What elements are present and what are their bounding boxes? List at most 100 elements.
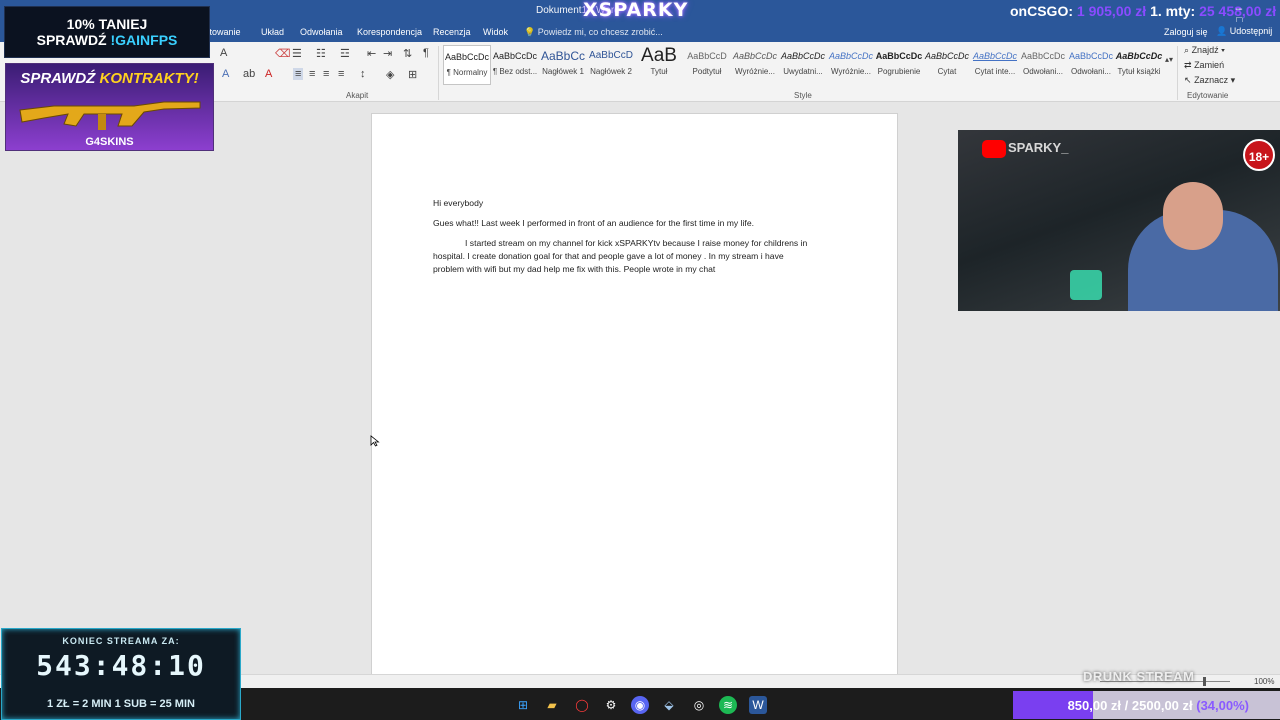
style-subtitle[interactable]: AaBbCcD Podtytuł [683,45,731,85]
doc-line-5[interactable]: problem with wifi but my dad help me fix… [433,263,715,276]
tab-uklad[interactable]: Układ [261,27,284,37]
style-strong[interactable]: AaBbCcDc Pogrubienie [875,45,923,85]
opera-browser-icon[interactable]: ◯ [573,696,591,714]
doc-line-4[interactable]: hospital. I create donation goal for tha… [433,250,784,263]
style-intense-emphasis[interactable]: AaBbCcDc Wyróżnie... [827,45,875,85]
zoom-slider-thumb[interactable] [1203,677,1206,686]
settings-gear-icon[interactable]: ⚙ [602,696,620,714]
steam-icon[interactable]: ⬙ [660,696,678,714]
style-subtle-emphasis[interactable]: AaBbCcDc Wyróżnie... [731,45,779,85]
shrink-font-icon[interactable]: A [220,47,227,59]
align-center-icon[interactable]: ≡ [309,68,315,80]
youtube-icon [982,140,1006,158]
word-app-icon[interactable]: W [749,696,767,714]
style-heading-1[interactable]: AaBbCc Nagłówek 1 [539,45,587,85]
bullets-icon[interactable]: ☰ [292,47,302,60]
style-no-spacing[interactable]: AaBbCcDc ¶ Bez odst... [491,45,539,85]
lightbulb-icon: 💡 [524,27,536,37]
spotify-icon[interactable]: ≋ [719,696,737,714]
windows-start-icon[interactable]: ⊞ [514,696,532,714]
text-effects-icon[interactable]: A [222,68,229,80]
csgo-label: onCSGO: [1010,3,1073,19]
clear-format-icon[interactable]: ⌫ [275,47,291,60]
align-right-icon[interactable]: ≡ [323,68,329,80]
tab-widok[interactable]: Widok [483,27,508,37]
discord-icon[interactable]: ◉ [631,696,649,714]
styles-gallery: AaBbCcDc ¶ Normalny AaBbCcDc ¶ Bez odst...… [441,45,1173,85]
donation-goal-text: 850,00 zł / 2500,00 zł (34,00%) [1067,698,1249,713]
document-page[interactable]: Hi everybody Gues what!! Last week I per… [371,113,898,683]
share-label: Udostępnij [1229,26,1273,36]
style-quote[interactable]: AaBbCcDc Cytat [923,45,971,85]
increase-indent-icon[interactable]: ⇥ [383,47,392,60]
decrease-indent-icon[interactable]: ⇤ [367,47,376,60]
promo-discount: 10% TANIEJ [66,16,148,32]
skins-brand: G4SKINS [85,136,134,148]
zoom-level[interactable]: 100% [1254,677,1274,686]
timer-value: 543:48:10 [36,649,206,682]
doc-line-2[interactable]: Gues what!! Last week I performed in fro… [433,217,754,230]
numbering-icon[interactable]: ☷ [316,47,326,60]
age-rating-badge: 18+ [1243,139,1275,171]
share-button[interactable]: 👤 Udostępnij [1213,25,1275,38]
promo-banner: 10% TANIEJ SPRAWDŹ !GAINFPS [4,6,210,58]
shading-icon[interactable]: ◈ [386,68,394,81]
style-heading-2[interactable]: AaBbCcD Nagłówek 2 [587,45,635,85]
tab-odwolania[interactable]: Odwołania [300,27,343,37]
sign-in-link[interactable]: Zaloguj się [1164,27,1208,37]
borders-icon[interactable]: ⊞ [408,68,417,81]
tab-korespondencja[interactable]: Korespondencja [357,27,422,37]
pilcrow-icon[interactable]: ¶ [423,47,429,59]
search-icon: ⌕ [1184,45,1190,55]
style-subtle-reference[interactable]: AaBbCcDc Odwołani... [1019,45,1067,85]
select-button[interactable]: ↖ Zaznacz ▾ [1184,75,1235,86]
replace-button[interactable]: ⇄ Zamień [1184,60,1224,71]
sort-icon[interactable]: ⇅ [403,47,412,60]
doc-line-3[interactable]: I started stream on my channel for kick … [465,237,807,250]
tab-recenzja[interactable]: Recenzja [433,27,471,37]
channel-name: SPARKY_ [1008,140,1069,155]
styles-scroll-icon[interactable]: ▴▾ [1165,55,1173,64]
rgb-light [1070,270,1102,300]
tab-edytowanie[interactable]: ktowanie [205,27,241,37]
file-explorer-icon[interactable]: ▰ [543,696,561,714]
find-button[interactable]: ⌕ Znajdź ▾ [1184,45,1225,56]
group-divider [1177,46,1178,100]
style-emphasis[interactable]: AaBbCcDc Uwydatni... [779,45,827,85]
promo-code-line: SPRAWDŹ !GAINFPS [36,32,178,48]
webcam-feed: SPARKY_ 18+ [958,130,1280,311]
editing-group-label: Edytowanie [1187,91,1229,100]
paragraph-group-label: Akapit [346,91,369,100]
rifle-icon [19,101,201,130]
obs-icon[interactable]: ◎ [690,696,708,714]
stream-end-timer: KONIEC STREAMA ZA: 543:48:10 1 ZŁ = 2 MI… [1,628,241,720]
stream-logo-overlay: XSPARKY [583,0,689,21]
doc-line-1[interactable]: Hi everybody [433,197,483,210]
streamer-head [1163,182,1223,250]
person-icon: 👤 [1216,26,1228,36]
group-divider [438,46,439,100]
mty-label: 1. mty: [1150,3,1196,19]
contracts-headline: SPRAWDŹ KONTRAKTY! [20,70,199,87]
donation-goal-bar: 850,00 zł / 2500,00 zł (34,00%) [1013,691,1280,719]
font-color-icon[interactable]: A [265,68,272,80]
style-title[interactable]: AaB Tytuł [635,45,683,85]
highlight-icon[interactable]: ab [243,68,255,80]
multilevel-list-icon[interactable]: ☲ [340,47,350,60]
style-intense-reference[interactable]: AaBbCcDc Odwołani... [1067,45,1115,85]
timer-label: KONIEC STREAMA ZA: [62,636,180,646]
align-left-icon[interactable]: ≡ [293,68,304,80]
style-normal[interactable]: AaBbCcDc ¶ Normalny [443,45,491,85]
style-book-title[interactable]: AaBbCcDc Tytuł książki [1115,45,1163,85]
tell-me-search[interactable]: 💡 Powiedz mi, co chcesz zrobić... [524,27,663,38]
drunk-stream-overlay: DRUNK STREAM [1083,669,1195,684]
csgo-amount: 1 905,00 zł [1076,3,1147,19]
justify-icon[interactable]: ≡ [338,68,344,80]
select-icon: ↖ [1184,75,1192,85]
tell-me-text: Powiedz mi, co chcesz zrobić... [537,27,663,37]
style-intense-quote[interactable]: AaBbCcDc Cytat inte... [971,45,1019,85]
line-spacing-icon[interactable]: ↕ [360,68,366,80]
replace-icon: ⇄ [1184,60,1192,70]
mouse-pointer-icon [370,435,380,447]
timer-rule: 1 ZŁ = 2 MIN 1 SUB = 25 MIN [47,698,195,710]
